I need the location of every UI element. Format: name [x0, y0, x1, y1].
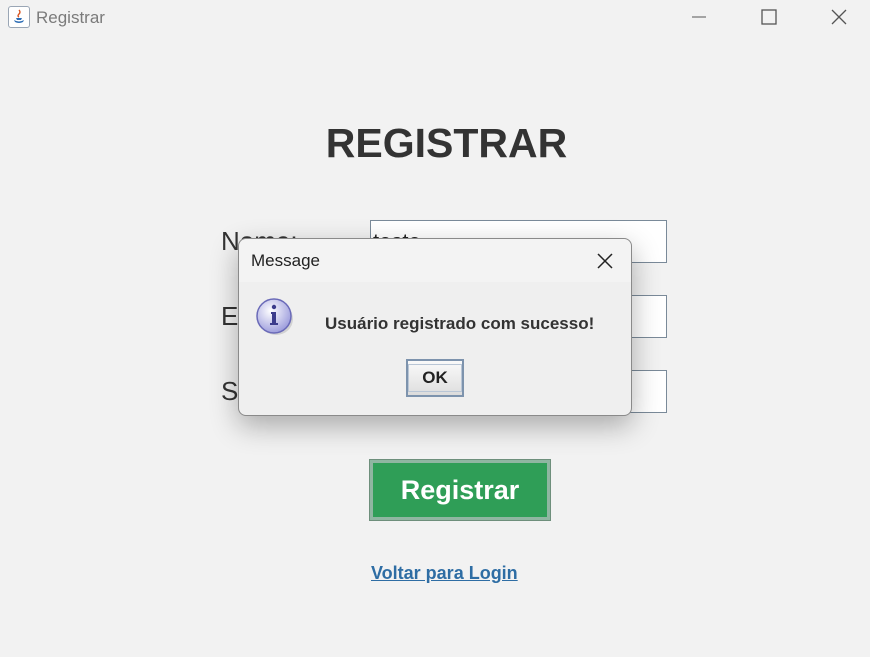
register-button[interactable]: Registrar — [369, 459, 551, 521]
close-window-button[interactable] — [816, 0, 862, 36]
maximize-button[interactable] — [746, 0, 792, 36]
minimize-button[interactable] — [676, 0, 722, 36]
back-to-login-link[interactable]: Voltar para Login — [371, 563, 518, 584]
dialog-titlebar: Message — [239, 239, 631, 282]
window-title: Registrar — [36, 8, 105, 27]
ok-button-label: OK — [408, 364, 462, 392]
java-app-icon — [8, 6, 30, 28]
message-dialog: Message Usuário registrado com sucesso! … — [238, 238, 632, 416]
dialog-title: Message — [251, 251, 320, 270]
page-title: REGISTRAR — [325, 120, 568, 166]
window-titlebar: Registrar — [0, 0, 870, 38]
ok-button[interactable]: OK — [406, 359, 464, 397]
info-icon — [255, 296, 295, 336]
dialog-message: Usuário registrado com sucesso! — [325, 314, 595, 333]
dialog-close-button[interactable] — [593, 249, 617, 273]
